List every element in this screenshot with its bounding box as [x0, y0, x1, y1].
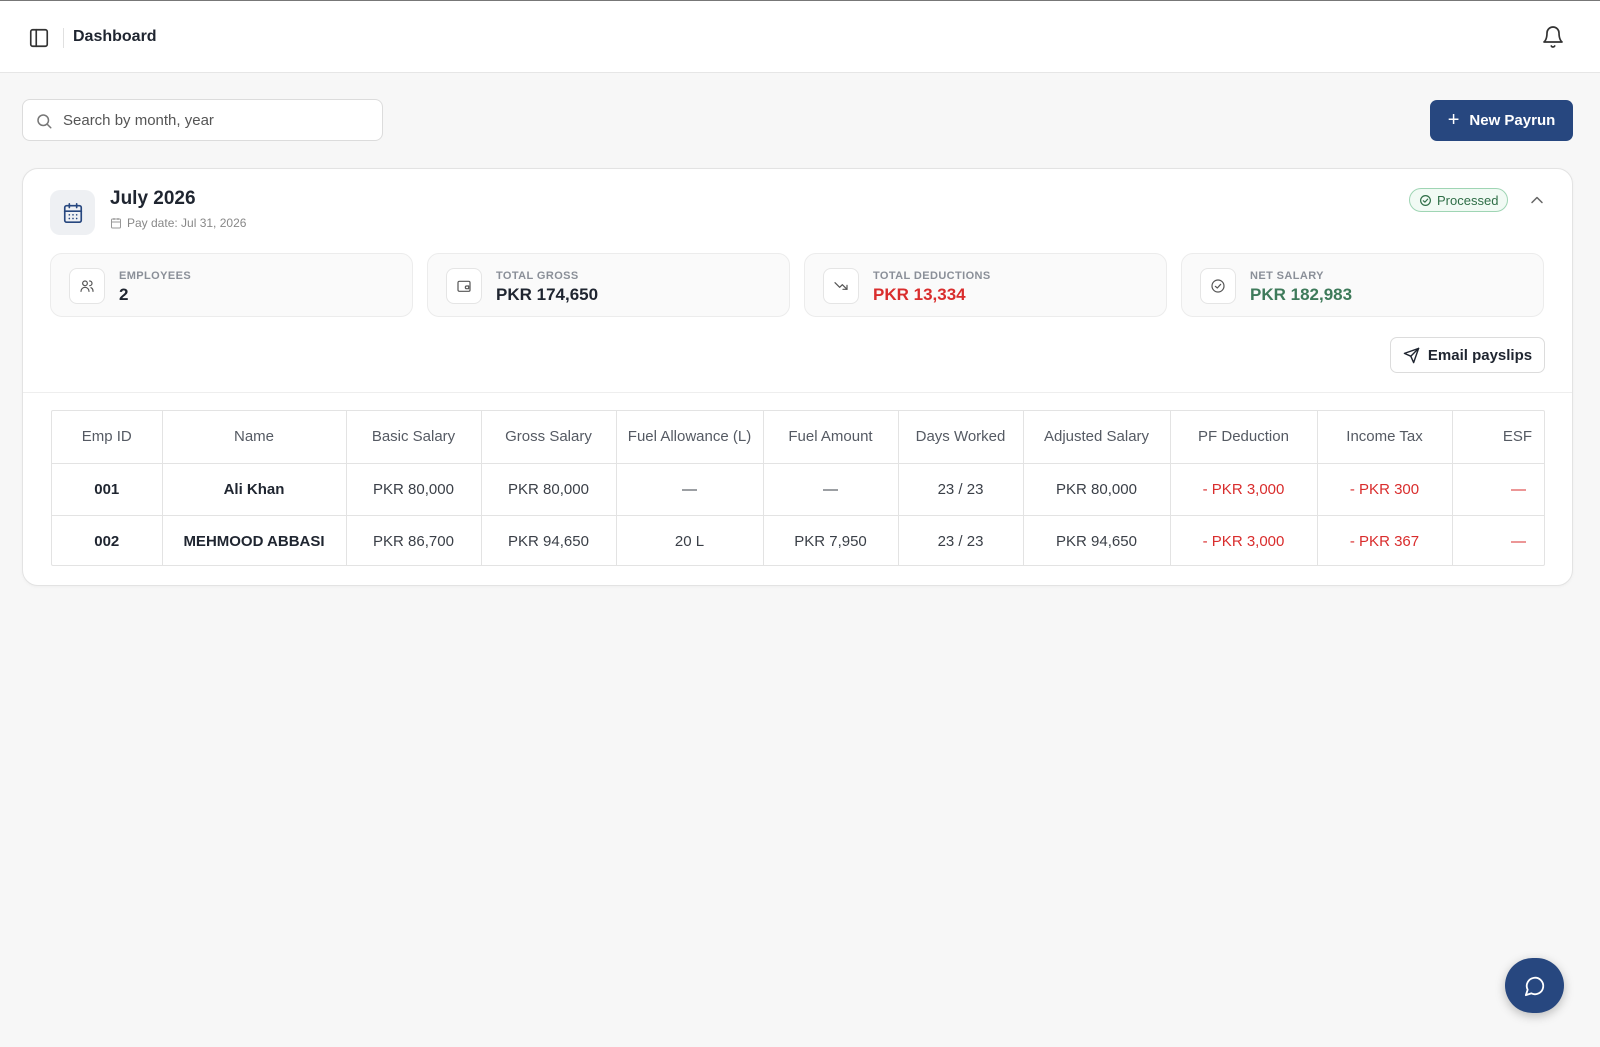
page-title: Dashboard	[73, 28, 157, 45]
table-header-row: Emp ID Name Basic Salary Gross Salary Fu…	[52, 411, 1544, 464]
stat-net-salary: NET SALARY PKR 182,983	[1181, 253, 1544, 317]
sidebar-toggle-icon[interactable]	[28, 27, 50, 49]
column-header: Adjusted Salary	[1023, 411, 1171, 464]
stat-value: PKR 13,334	[873, 285, 966, 304]
search-box	[22, 99, 383, 141]
stat-label: TOTAL GROSS	[496, 270, 579, 282]
wallet-icon	[446, 268, 482, 304]
cell-days-worked: 23 / 23	[898, 463, 1024, 516]
chat-icon	[1524, 976, 1544, 996]
stat-label: EMPLOYEES	[119, 270, 192, 282]
column-header: Emp ID	[52, 411, 163, 464]
email-payslips-label: Email payslips	[1427, 346, 1533, 364]
search-input[interactable]	[63, 100, 373, 140]
cell-basic-salary: PKR 80,000	[346, 463, 482, 516]
stat-total-gross: TOTAL GROSS PKR 174,650	[427, 253, 790, 317]
cell-fuel-allowance: 20 L	[616, 515, 764, 565]
chat-button[interactable]	[1505, 958, 1564, 1013]
cell-gross-salary: PKR 94,650	[481, 515, 617, 565]
stat-label: TOTAL DEDUCTIONS	[873, 270, 991, 282]
table-row[interactable]: 002 MEHMOOD ABBASI PKR 86,700 PKR 94,650…	[52, 515, 1544, 565]
cell-fuel-amount: PKR 7,950	[763, 515, 899, 565]
column-header: Gross Salary	[481, 411, 617, 464]
status-label: Processed	[1437, 192, 1499, 208]
plus-icon: +	[1447, 108, 1460, 131]
chevron-up-icon[interactable]	[1527, 190, 1547, 210]
payroll-table-container[interactable]: Emp ID Name Basic Salary Gross Salary Fu…	[51, 410, 1545, 566]
new-payrun-label: New Payrun	[1469, 112, 1556, 129]
cell-adjusted-salary: PKR 80,000	[1023, 463, 1171, 516]
cell-fuel-allowance: —	[616, 463, 764, 516]
stat-value: 2	[119, 285, 129, 304]
calendar-small-icon	[111, 218, 121, 229]
cell-pf-deduction: - PKR 3,000	[1170, 515, 1318, 565]
cell-emp-id: 002	[52, 515, 163, 565]
cell-emp-id: 001	[52, 463, 163, 516]
bell-icon[interactable]	[1541, 25, 1565, 49]
pay-date-text: Pay date: Jul 31, 2026	[127, 216, 247, 230]
column-header: Fuel Allowance (L)	[616, 411, 764, 464]
trending-down-icon	[823, 268, 859, 304]
cell-income-tax: - PKR 300	[1317, 463, 1453, 516]
column-header: Basic Salary	[346, 411, 482, 464]
status-badge: Processed	[1409, 188, 1509, 212]
cell-basic-salary: PKR 86,700	[346, 515, 482, 565]
column-header: ESF	[1452, 411, 1544, 464]
stat-value: PKR 182,983	[1250, 285, 1353, 304]
column-header: Income Tax	[1317, 411, 1453, 464]
send-icon	[1403, 347, 1420, 363]
email-payslips-button[interactable]: Email payslips	[1390, 337, 1545, 373]
cell-days-worked: 23 / 23	[898, 515, 1024, 565]
check-circle-icon	[1200, 268, 1236, 304]
cell-esf: —	[1452, 463, 1544, 516]
card-divider	[23, 392, 1572, 393]
cell-gross-salary: PKR 80,000	[481, 463, 617, 516]
search-icon	[37, 114, 52, 129]
cell-esf: —	[1511, 532, 1526, 550]
table-row[interactable]: 001 Ali Khan PKR 80,000 PKR 80,000 — — 2…	[52, 463, 1544, 516]
users-icon	[69, 268, 105, 304]
pay-date: Pay date: Jul 31, 2026	[110, 216, 246, 230]
cell-fuel-amount: —	[763, 463, 899, 516]
payrun-card: July 2026 Pay date: Jul 31, 2026 Process…	[22, 168, 1573, 586]
stat-employees: EMPLOYEES 2	[50, 253, 413, 317]
payroll-table: Emp ID Name Basic Salary Gross Salary Fu…	[52, 411, 1544, 565]
cell-income-tax: - PKR 367	[1317, 515, 1453, 565]
new-payrun-button[interactable]: + New Payrun	[1430, 100, 1573, 141]
stat-value: PKR 174,650	[496, 285, 599, 304]
stat-label: NET SALARY	[1250, 270, 1324, 282]
topbar-divider	[63, 28, 64, 48]
calendar-icon	[63, 202, 82, 223]
column-header: PF Deduction	[1170, 411, 1318, 464]
calendar-tile	[50, 190, 95, 235]
stat-total-deductions: TOTAL DEDUCTIONS PKR 13,334	[804, 253, 1167, 317]
cell-name: MEHMOOD ABBASI	[162, 515, 347, 565]
cell-name: Ali Khan	[162, 463, 347, 516]
column-header: Fuel Amount	[763, 411, 899, 464]
payrun-period-title: July 2026	[110, 188, 196, 209]
top-bar: Dashboard	[0, 0, 1600, 73]
cell-adjusted-salary: PKR 94,650	[1023, 515, 1171, 565]
cell-pf-deduction: - PKR 3,000	[1170, 463, 1318, 516]
column-header: Name	[162, 411, 347, 464]
column-header: Days Worked	[898, 411, 1024, 464]
check-circle-icon	[1420, 194, 1431, 206]
